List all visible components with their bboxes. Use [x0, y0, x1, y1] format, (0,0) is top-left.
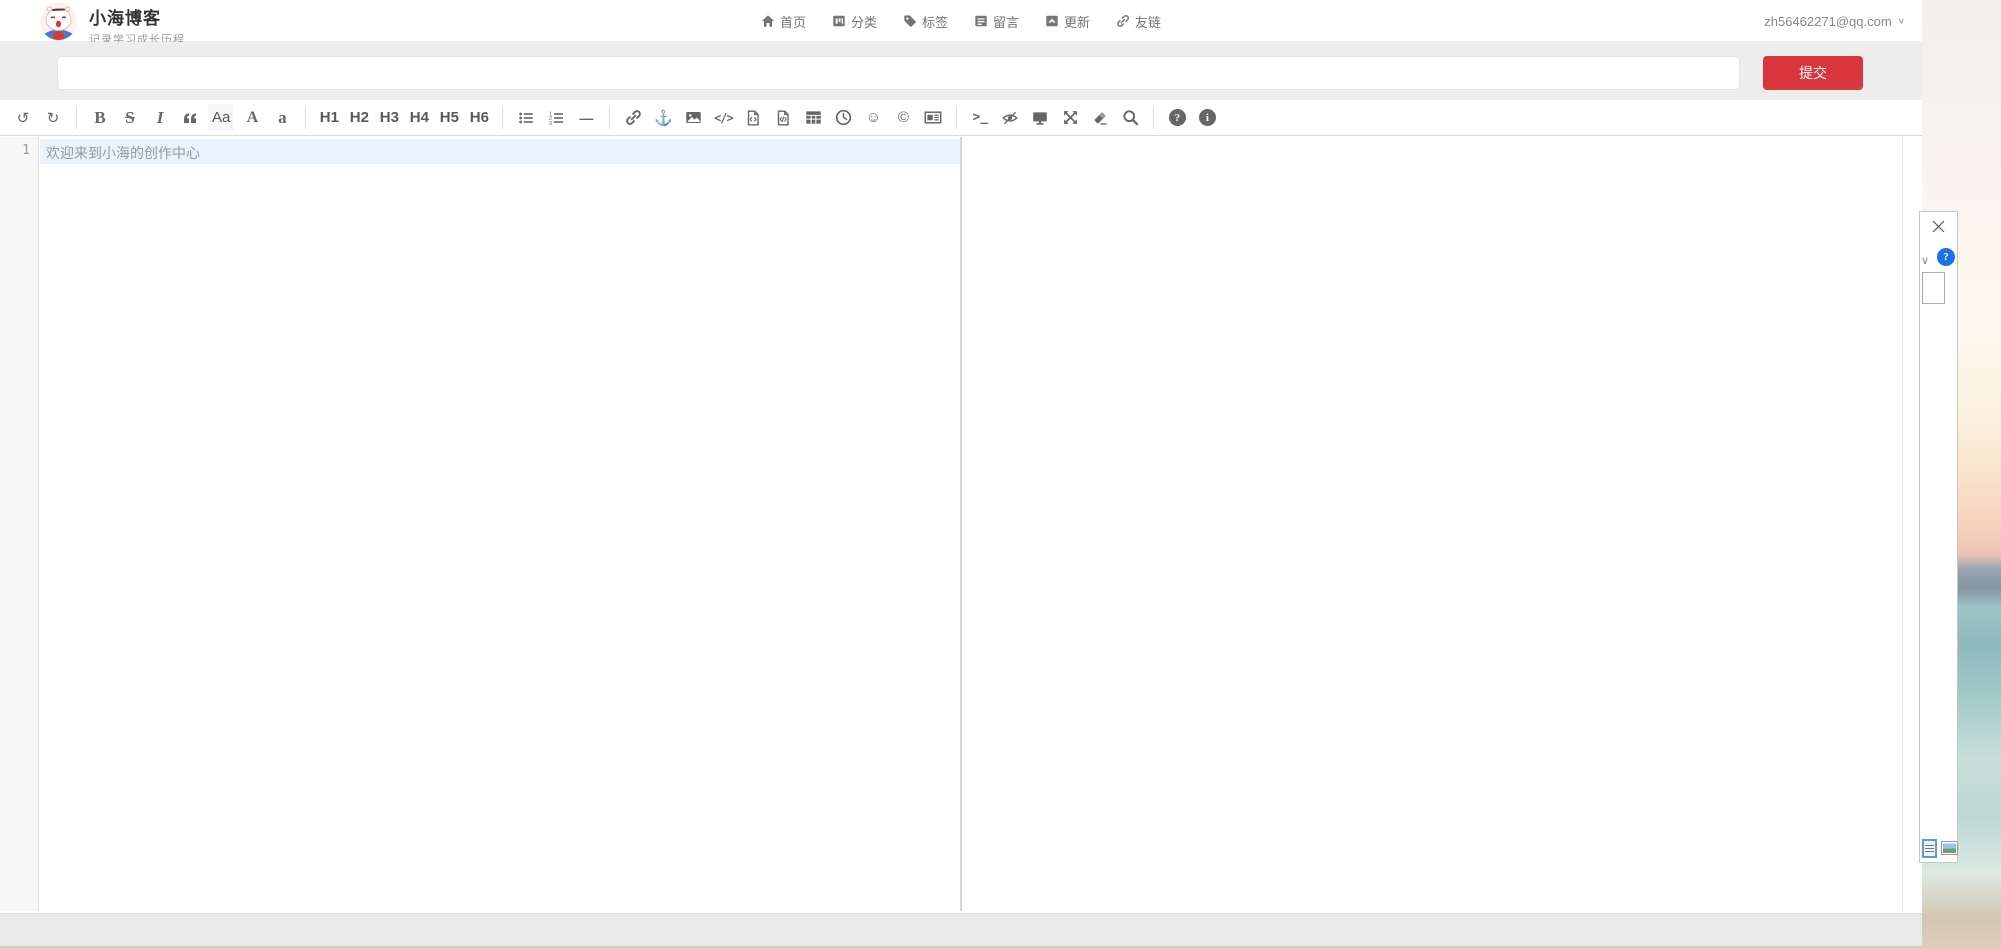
home-icon	[761, 14, 775, 28]
help-badge-icon[interactable]: ?	[1937, 248, 1955, 266]
h5-button[interactable]: H5	[437, 104, 461, 132]
svg-text:3: 3	[549, 120, 552, 125]
watch-toggle-eye-slash-icon[interactable]	[998, 104, 1022, 132]
floating-tool-panel: ∨ ?	[1919, 211, 1958, 863]
toolbar-divider	[305, 107, 306, 129]
horizontal-rule-button[interactable]: —	[574, 104, 598, 132]
strikethrough-button[interactable]: S	[118, 104, 142, 132]
toolbar-divider	[1153, 107, 1154, 129]
html-entities-icon[interactable]: ©	[891, 104, 915, 132]
panel-input[interactable]	[1922, 272, 1945, 304]
h4-button[interactable]: H4	[407, 104, 431, 132]
update-icon	[1045, 14, 1059, 28]
toolbar-divider	[956, 107, 957, 129]
preformatted-text-icon[interactable]	[741, 104, 765, 132]
preview-monitor-icon[interactable]	[1028, 104, 1052, 132]
h2-button[interactable]: H2	[347, 104, 371, 132]
submit-button[interactable]: 提交	[1763, 56, 1863, 90]
toolbar-divider	[609, 107, 610, 129]
page-container: 小海博客 记录学习成长历程 首页 分类 标签 留言 更新	[0, 0, 1922, 946]
unordered-list-icon[interactable]	[514, 104, 538, 132]
bold-button[interactable]: B	[88, 104, 112, 132]
toolbar-divider	[502, 107, 503, 129]
goto-line-button[interactable]: >_	[968, 104, 992, 132]
insert-link-icon[interactable]	[621, 104, 645, 132]
article-title-input[interactable]	[57, 56, 1740, 90]
emoji-icon[interactable]: ☺	[861, 104, 885, 132]
datetime-clock-icon[interactable]	[831, 104, 855, 132]
line-number: 1	[22, 143, 30, 158]
code-block-icon[interactable]	[771, 104, 795, 132]
h1-button[interactable]: H1	[317, 104, 341, 132]
nav-item-updates[interactable]: 更新	[1045, 12, 1090, 31]
editor-toolbar: ↺ ↻ B S I Aa A a H1 H2 H3 H4 H5 H6 123 —…	[0, 100, 1922, 136]
message-icon	[974, 14, 988, 28]
help-icon[interactable]: ?	[1165, 104, 1189, 132]
fullscreen-icon[interactable]	[1058, 104, 1082, 132]
pagebreak-icon[interactable]	[921, 104, 945, 132]
ucwords-button[interactable]: Aa	[208, 104, 234, 132]
image-option-icon[interactable]	[1941, 841, 1958, 855]
tag-icon	[903, 14, 917, 28]
undo-icon[interactable]: ↺	[11, 104, 35, 132]
uppercase-button[interactable]: A	[240, 104, 264, 132]
chevron-down-icon: ∨	[1898, 17, 1905, 26]
user-email: zh56462271@qq.com	[1764, 14, 1891, 29]
compose-bar: 提交	[0, 42, 1922, 100]
inline-code-button[interactable]: </>	[711, 104, 735, 132]
page-footer	[0, 913, 1922, 946]
lowercase-button[interactable]: a	[270, 104, 294, 132]
nav-item-friend-links[interactable]: 友链	[1116, 12, 1161, 31]
table-icon[interactable]	[801, 104, 825, 132]
link-icon	[1116, 14, 1130, 28]
close-icon[interactable]	[1931, 219, 1946, 239]
preview-pane-edge	[1902, 137, 1903, 911]
italic-button[interactable]: I	[148, 104, 172, 132]
ordered-list-icon[interactable]: 123	[544, 104, 568, 132]
category-icon	[832, 14, 846, 28]
clear-eraser-icon[interactable]	[1088, 104, 1112, 132]
site-header: 小海博客 记录学习成长历程 首页 分类 标签 留言 更新	[0, 0, 1922, 42]
markdown-preview-pane	[962, 137, 1902, 911]
search-icon[interactable]	[1118, 104, 1142, 132]
info-icon[interactable]: i	[1195, 104, 1219, 132]
nav-item-tags[interactable]: 标签	[903, 12, 948, 31]
insert-image-icon[interactable]	[681, 104, 705, 132]
reference-link-anchor-icon[interactable]: ⚓	[651, 104, 675, 132]
nav-item-home[interactable]: 首页	[761, 12, 806, 31]
nav-item-comments[interactable]: 留言	[974, 12, 1019, 31]
chevron-down-icon[interactable]: ∨	[1921, 254, 1929, 267]
quote-icon[interactable]	[178, 104, 202, 132]
toolbar-divider	[76, 107, 77, 129]
text-option-icon[interactable]	[1922, 839, 1937, 858]
editor-placeholder-text[interactable]: 欢迎来到小海的创作中心	[46, 143, 200, 163]
user-menu[interactable]: zh56462271@qq.com ∨	[1764, 0, 1905, 42]
main-nav: 首页 分类 标签 留言 更新 友链	[0, 0, 1922, 42]
h3-button[interactable]: H3	[377, 104, 401, 132]
nav-item-category[interactable]: 分类	[832, 12, 877, 31]
h6-button[interactable]: H6	[467, 104, 491, 132]
markdown-editor: 1 欢迎来到小海的创作中心	[0, 137, 1922, 911]
line-number-gutter: 1	[0, 137, 39, 911]
redo-icon[interactable]: ↻	[41, 104, 65, 132]
